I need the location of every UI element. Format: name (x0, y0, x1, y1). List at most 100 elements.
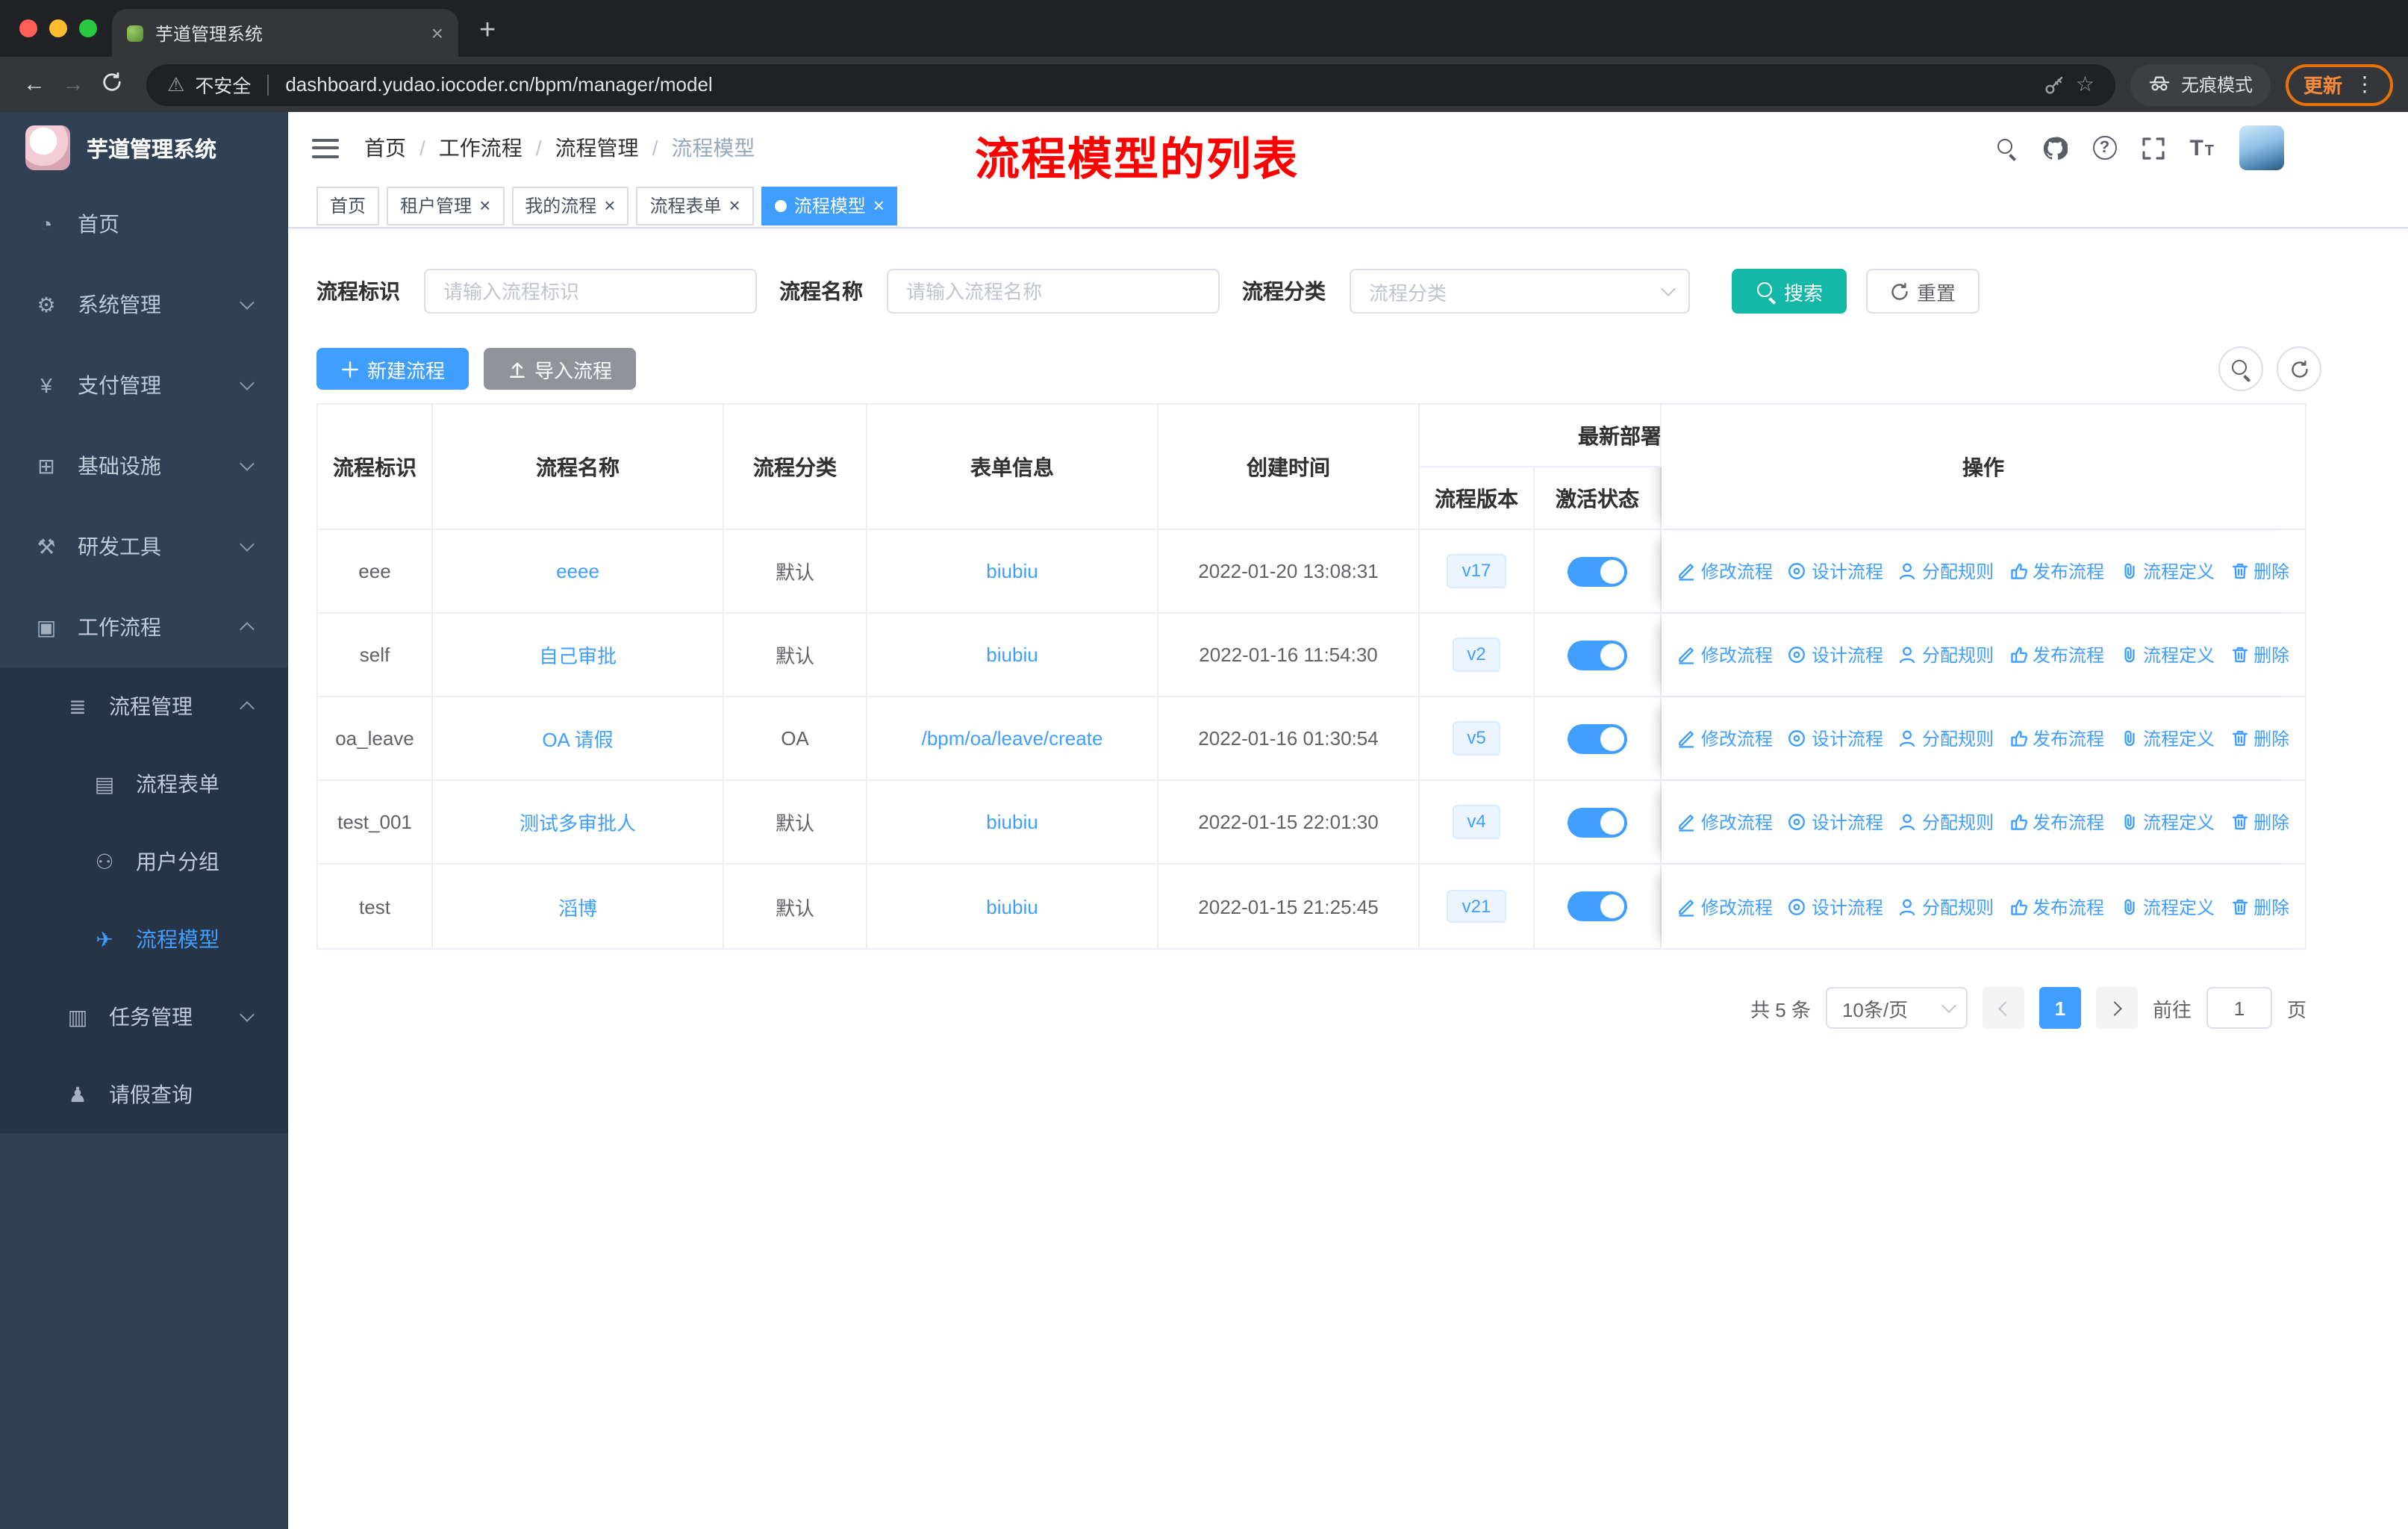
sidebar-item-user-group[interactable]: ⚇ 用户分组 (0, 823, 288, 900)
search-icon[interactable] (1995, 137, 2016, 158)
action-delete[interactable]: 删除 (2230, 726, 2289, 751)
search-button[interactable]: 搜索 (1732, 269, 1847, 314)
sidebar-item-workflow[interactable]: ▣ 工作流程 (0, 587, 288, 667)
current-page-button[interactable]: 1 (2039, 987, 2081, 1029)
browser-tab[interactable]: 芋道管理系统 × (112, 9, 458, 57)
action-edit[interactable]: 修改流程 (1677, 642, 1773, 667)
action-publish[interactable]: 发布流程 (2009, 642, 2104, 667)
action-assign[interactable]: 分配规则 (1898, 894, 1994, 919)
close-icon[interactable]: × (479, 196, 490, 215)
action-edit[interactable]: 修改流程 (1677, 558, 1773, 584)
form-link[interactable]: /bpm/oa/leave/create (922, 727, 1103, 750)
reset-button[interactable]: 重置 (1866, 269, 1980, 314)
password-key-icon[interactable] (2044, 74, 2065, 95)
goto-page-input[interactable] (2206, 987, 2272, 1029)
process-name-link[interactable]: 滔博 (558, 892, 597, 921)
action-definition[interactable]: 流程定义 (2119, 894, 2215, 919)
font-size-icon[interactable] (2189, 137, 2214, 159)
tab-my-process[interactable]: 我的流程 × (511, 186, 629, 225)
action-design[interactable]: 设计流程 (1788, 558, 1883, 584)
active-toggle[interactable] (1568, 556, 1627, 586)
form-link[interactable]: biubiu (986, 895, 1038, 918)
sidebar-item-payment[interactable]: ¥ 支付管理 (0, 345, 288, 426)
action-assign[interactable]: 分配规则 (1898, 642, 1994, 667)
reload-button[interactable] (93, 71, 131, 98)
sidebar-item-dev-tools[interactable]: ⚒ 研发工具 (0, 506, 288, 587)
active-toggle[interactable] (1568, 723, 1627, 753)
process-name-link[interactable]: eeee (556, 560, 599, 582)
close-icon[interactable]: × (729, 196, 740, 215)
show-search-button[interactable] (2218, 346, 2263, 391)
form-link[interactable]: biubiu (986, 560, 1038, 582)
next-page-button[interactable] (2095, 987, 2138, 1029)
sidebar-item-home[interactable]: ◔ 首页 (0, 184, 288, 264)
user-avatar[interactable] (2239, 125, 2284, 170)
refresh-table-button[interactable] (2277, 346, 2321, 391)
action-publish[interactable]: 发布流程 (2009, 726, 2104, 751)
sidebar-item-system[interactable]: ⚙ 系统管理 (0, 264, 288, 345)
tab-process-model[interactable]: 流程模型 × (761, 186, 898, 225)
tab-home[interactable]: 首页 (316, 186, 380, 225)
breadcrumb-item[interactable]: 工作流程 (439, 133, 523, 163)
action-delete[interactable]: 删除 (2230, 558, 2289, 584)
action-publish[interactable]: 发布流程 (2009, 809, 2104, 835)
process-name-link[interactable]: 自己审批 (539, 641, 617, 669)
sidebar-item-leave-query[interactable]: ♟ 请假查询 (0, 1056, 288, 1133)
action-definition[interactable]: 流程定义 (2119, 809, 2215, 835)
action-delete[interactable]: 删除 (2230, 894, 2289, 919)
action-design[interactable]: 设计流程 (1788, 642, 1883, 667)
active-toggle[interactable] (1568, 640, 1627, 670)
tab-close-icon[interactable]: × (431, 22, 443, 43)
import-process-button[interactable]: 导入流程 (484, 348, 637, 390)
forward-button[interactable]: → (54, 72, 93, 97)
new-tab-button[interactable]: + (479, 16, 496, 45)
action-design[interactable]: 设计流程 (1788, 726, 1883, 751)
form-link[interactable]: biubiu (986, 811, 1038, 833)
active-toggle[interactable] (1568, 807, 1627, 837)
action-definition[interactable]: 流程定义 (2119, 726, 2215, 751)
action-delete[interactable]: 删除 (2230, 642, 2289, 667)
create-process-button[interactable]: 新建流程 (316, 348, 470, 390)
close-icon[interactable]: × (604, 196, 615, 215)
fullscreen-icon[interactable] (2142, 137, 2165, 159)
sidebar-collapse-icon[interactable] (312, 138, 339, 158)
action-assign[interactable]: 分配规则 (1898, 726, 1994, 751)
prev-page-button[interactable] (1982, 987, 2024, 1029)
sidebar-item-process-form[interactable]: ▤ 流程表单 (0, 745, 288, 823)
process-name-input[interactable] (887, 269, 1220, 314)
tab-tenant-management[interactable]: 租户管理 × (387, 186, 505, 225)
sidebar-logo[interactable]: 芋道管理系统 (0, 112, 288, 184)
action-assign[interactable]: 分配规则 (1898, 558, 1994, 584)
url-bar[interactable]: ⚠ 不安全 dashboard.yudao.iocoder.cn/bpm/man… (146, 63, 2115, 105)
process-key-input[interactable] (424, 269, 757, 314)
action-design[interactable]: 设计流程 (1788, 809, 1883, 835)
tab-process-form[interactable]: 流程表单 × (636, 186, 754, 225)
update-button[interactable]: 更新 ⋮ (2285, 63, 2393, 105)
action-publish[interactable]: 发布流程 (2009, 894, 2104, 919)
process-name-link[interactable]: 测试多审批人 (520, 808, 636, 836)
form-link[interactable]: biubiu (986, 644, 1038, 666)
github-icon[interactable] (2042, 135, 2068, 161)
sidebar-item-infrastructure[interactable]: ⊞ 基础设施 (0, 426, 288, 506)
page-size-select[interactable]: 10条/页 (1825, 987, 1968, 1029)
bookmark-star-icon[interactable]: ☆ (2076, 72, 2094, 97)
action-definition[interactable]: 流程定义 (2119, 642, 2215, 667)
action-edit[interactable]: 修改流程 (1677, 894, 1773, 919)
close-icon[interactable]: × (873, 196, 885, 215)
minimize-window-button[interactable] (49, 19, 67, 37)
sidebar-item-process-management[interactable]: ≣ 流程管理 (0, 667, 288, 745)
action-delete[interactable]: 删除 (2230, 809, 2289, 835)
sidebar-item-task-management[interactable]: ▥ 任务管理 (0, 978, 288, 1056)
action-definition[interactable]: 流程定义 (2119, 558, 2215, 584)
category-select[interactable]: 流程分类 (1350, 269, 1690, 314)
active-toggle[interactable] (1568, 891, 1627, 921)
action-assign[interactable]: 分配规则 (1898, 809, 1994, 835)
sidebar-item-process-model[interactable]: ✈ 流程模型 (0, 900, 288, 978)
action-edit[interactable]: 修改流程 (1677, 726, 1773, 751)
back-button[interactable]: ← (15, 72, 54, 97)
action-publish[interactable]: 发布流程 (2009, 558, 2104, 584)
close-window-button[interactable] (19, 19, 37, 37)
action-edit[interactable]: 修改流程 (1677, 809, 1773, 835)
process-name-link[interactable]: OA 请假 (542, 724, 613, 753)
breadcrumb-item[interactable]: 首页 (364, 133, 406, 163)
